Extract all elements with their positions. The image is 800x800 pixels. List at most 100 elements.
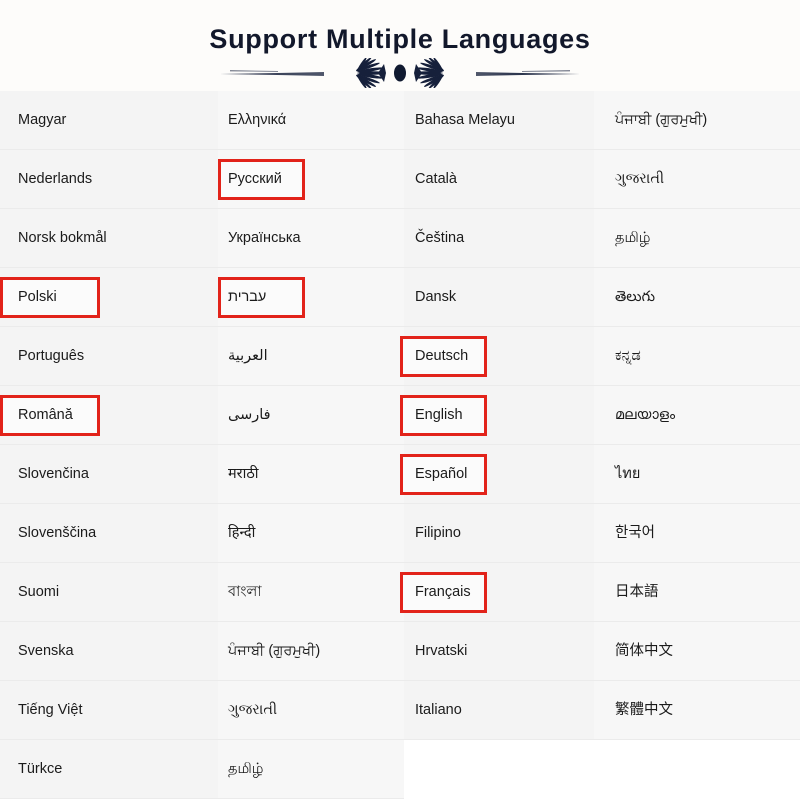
language-option[interactable]: ಕನ್ನಡ [594, 327, 800, 386]
language-label: Svenska [18, 642, 74, 659]
language-option[interactable]: Slovenščina [0, 504, 218, 563]
language-option[interactable]: ગુજરાતી [594, 150, 800, 209]
language-label: Dansk [415, 288, 457, 305]
language-option[interactable]: తెలుగు [594, 268, 800, 327]
language-option[interactable]: 简体中文 [594, 622, 800, 681]
language-label: മലയാളം [615, 406, 676, 423]
language-option[interactable]: Українська [218, 209, 404, 268]
language-list-grid: Magyar Nederlands Norsk bokmål Polski Portug… [0, 91, 800, 800]
language-label: Filipino [415, 524, 461, 541]
language-label: Ελληνικά [228, 111, 287, 128]
language-label: தமிழ் [228, 760, 264, 777]
language-label: Čeština [415, 229, 465, 246]
language-option[interactable]: मराठी [218, 445, 404, 504]
language-label: Українська [228, 229, 301, 246]
language-label: Español [415, 465, 468, 482]
divider-center-dot [394, 64, 406, 82]
language-option[interactable]: Română [0, 386, 218, 445]
language-option[interactable]: Español [400, 445, 594, 504]
language-option[interactable]: Deutsch [400, 327, 594, 386]
language-option[interactable]: Suomi [0, 563, 218, 622]
column-latin-european-2: Bahasa Melayu Català Čeština Dansk Deutsch En… [400, 91, 594, 740]
language-label: Norsk bokmål [18, 229, 107, 246]
language-option[interactable]: বাংলা [218, 563, 404, 622]
language-option[interactable]: Ελληνικά [218, 91, 404, 150]
language-option[interactable]: 繁體中文 [594, 681, 800, 740]
language-option[interactable]: Hrvatski [404, 622, 594, 681]
language-label: 繁體中文 [615, 701, 673, 718]
language-label: Slovenščina [18, 524, 97, 541]
language-option[interactable]: Português [0, 327, 218, 386]
language-label: Deutsch [415, 347, 469, 364]
language-option[interactable]: العربية [218, 327, 404, 386]
language-option[interactable]: Polski [0, 268, 218, 327]
language-label: Türkce [18, 760, 63, 777]
language-label: Română [18, 406, 73, 423]
language-option[interactable]: 日本語 [594, 563, 800, 622]
language-label: ગુજરાતી [615, 170, 665, 187]
language-label: ไทย [615, 465, 641, 482]
language-label: ਪੰਜਾਬੀ (ਗੁਰਮੁਖੀ) [228, 642, 321, 659]
language-option[interactable]: Nederlands [0, 150, 218, 209]
language-label: Português [18, 347, 85, 364]
language-label: తెలుగు [615, 288, 656, 305]
language-label: Tiếng Việt [18, 701, 83, 718]
language-label: فارسی [228, 406, 271, 423]
language-label: العربية [228, 347, 268, 364]
language-label: Català [415, 170, 457, 187]
language-option[interactable]: Italiano [404, 681, 594, 740]
language-option[interactable]: English [400, 386, 594, 445]
language-label: Bahasa Melayu [415, 111, 515, 128]
language-option[interactable]: ไทย [594, 445, 800, 504]
language-option[interactable]: Čeština [404, 209, 594, 268]
language-option[interactable]: Svenska [0, 622, 218, 681]
language-label: Français [415, 583, 471, 600]
language-option[interactable]: தமிழ் [218, 740, 404, 799]
column-indic-cjk: ਪੰਜਾਬੀ (ਗੁਰਮੁਖੀ) ગુજરાતી தமிழ் తెలుగు ಕನ್ನಡ മ… [594, 91, 800, 740]
language-label: English [415, 406, 463, 423]
language-option[interactable]: Türkce [0, 740, 218, 799]
language-label: हिन्दी [228, 524, 256, 541]
language-option[interactable]: עברית [218, 268, 404, 327]
language-label: मराठी [228, 465, 259, 482]
language-label: 한국어 [615, 524, 656, 541]
decorative-flourish-divider-icon [220, 58, 580, 88]
language-label: ਪੰਜਾਬੀ (ਗੁਰਮੁਖੀ) [615, 111, 708, 128]
language-label: Suomi [18, 583, 60, 600]
language-option[interactable]: Tiếng Việt [0, 681, 218, 740]
language-label: 简体中文 [615, 642, 673, 659]
language-option[interactable]: Français [400, 563, 594, 622]
language-label: Italiano [415, 701, 462, 718]
column-latin-european-1: Magyar Nederlands Norsk bokmål Polski Portug… [0, 91, 218, 799]
language-label: ಕನ್ನಡ [615, 347, 641, 364]
language-option[interactable]: فارسی [218, 386, 404, 445]
language-label: ગુજરાતી [228, 701, 278, 718]
language-label: Slovenčina [18, 465, 89, 482]
language-label: Nederlands [18, 170, 93, 187]
header-banner: Support Multiple Languages [0, 0, 800, 91]
language-label: 日本語 [615, 583, 659, 600]
language-option[interactable]: Norsk bokmål [0, 209, 218, 268]
language-option[interactable]: ગુજરાતી [218, 681, 404, 740]
language-label: Polski [18, 288, 57, 305]
column-cyrillic-semitic-indic: Ελληνικά Русский Українська עברית العربية فار… [218, 91, 404, 799]
language-option[interactable]: Dansk [404, 268, 594, 327]
language-option[interactable]: Filipino [404, 504, 594, 563]
language-label: Русский [228, 170, 282, 187]
language-label: বাংলা [228, 583, 262, 600]
language-label: Hrvatski [415, 642, 468, 659]
language-option[interactable]: Magyar [0, 91, 218, 150]
language-option[interactable]: 한국어 [594, 504, 800, 563]
language-option[interactable]: ਪੰਜਾਬੀ (ਗੁਰਮੁਖੀ) [218, 622, 404, 681]
language-option[interactable]: தமிழ் [594, 209, 800, 268]
language-option[interactable]: हिन्दी [218, 504, 404, 563]
language-label: தமிழ் [615, 229, 651, 246]
language-option[interactable]: Русский [218, 150, 404, 209]
language-label: עברית [228, 288, 267, 305]
language-option[interactable]: Català [404, 150, 594, 209]
language-option[interactable]: Slovenčina [0, 445, 218, 504]
language-option[interactable]: ਪੰਜਾਬੀ (ਗੁਰਮੁਖੀ) [594, 91, 800, 150]
language-option[interactable]: മലയാളം [594, 386, 800, 445]
language-option[interactable]: Bahasa Melayu [404, 91, 594, 150]
language-label: Magyar [18, 111, 67, 128]
